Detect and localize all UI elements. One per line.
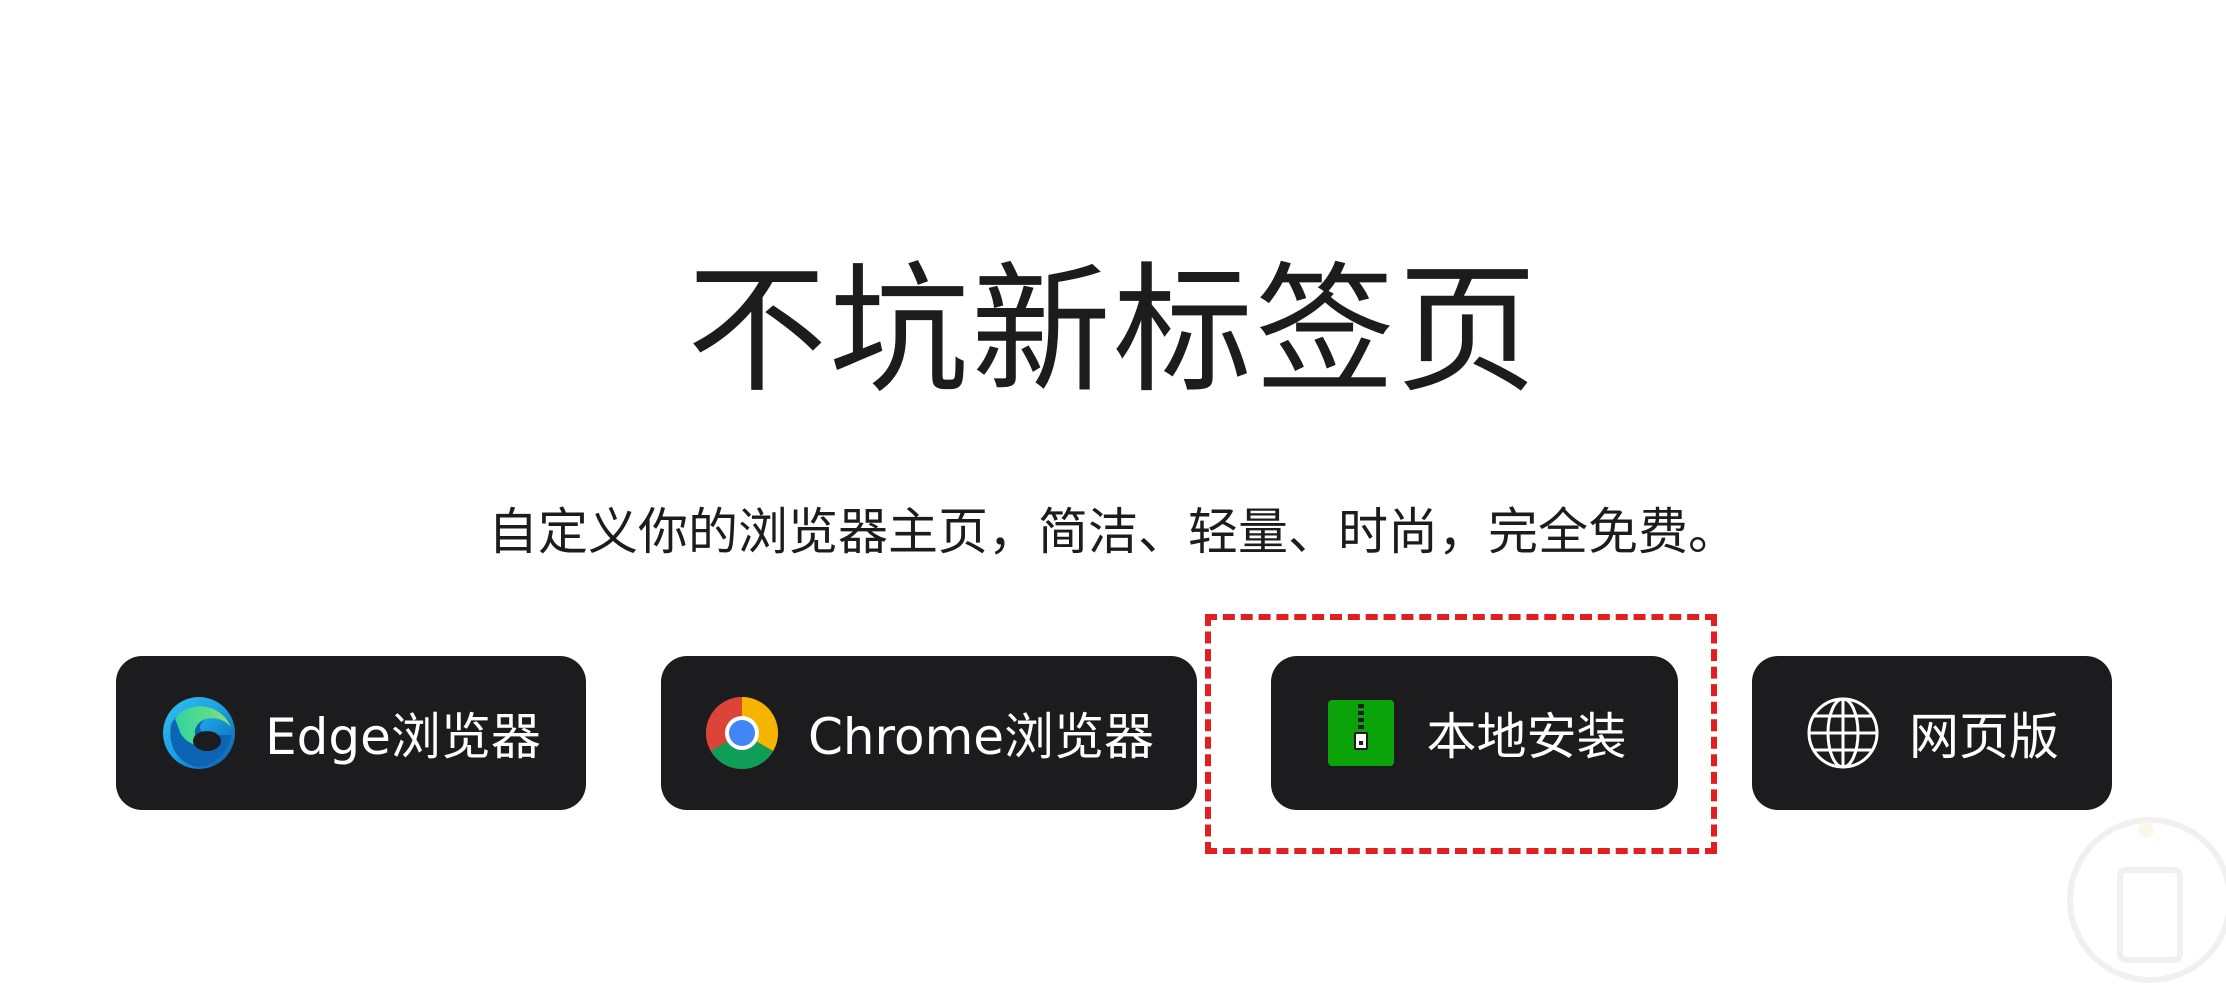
page-subtitle: 自定义你的浏览器主页，简洁、轻量、时尚，完全免费。: [488, 503, 1738, 561]
web-version-button[interactable]: 网页版: [1752, 656, 2112, 810]
page: 不坑新标签页 自定义你的浏览器主页，简洁、轻量、时尚，完全免费。 Edge浏览器…: [0, 0, 2226, 985]
chrome-logo-icon: [704, 695, 780, 771]
page-title: 不坑新标签页: [686, 250, 1539, 413]
chrome-browser-button[interactable]: Chrome浏览器: [661, 656, 1197, 810]
local-install-label: 本地安装: [1426, 708, 1627, 766]
local-install-button[interactable]: 本地安装: [1271, 656, 1678, 810]
globe-icon: [1805, 695, 1881, 771]
edge-logo-icon: [161, 695, 237, 771]
web-version-label: 网页版: [1909, 708, 2059, 766]
watermark-logo-icon: [2067, 817, 2226, 983]
zip-archive-icon: [1323, 695, 1399, 771]
chrome-browser-label: Chrome浏览器: [807, 708, 1155, 766]
edge-browser-button[interactable]: Edge浏览器: [116, 656, 586, 810]
edge-browser-label: Edge浏览器: [265, 708, 541, 766]
